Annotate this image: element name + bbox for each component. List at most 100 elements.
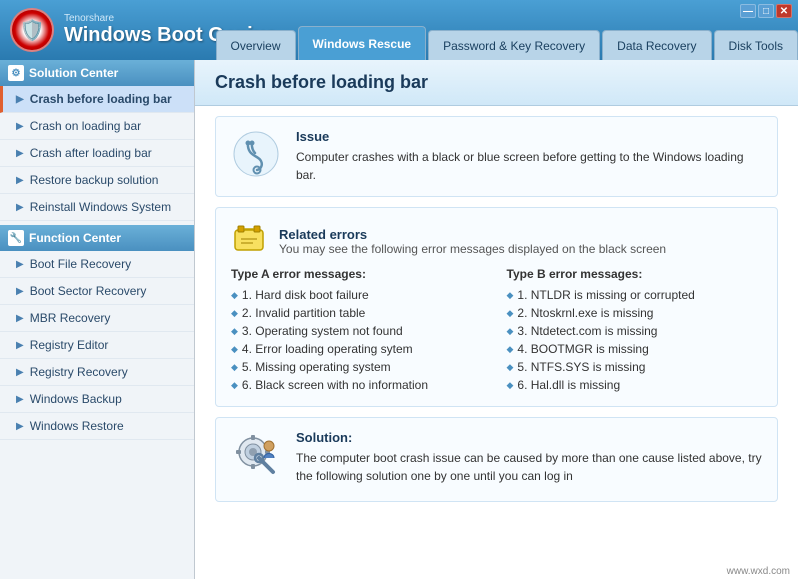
tab-disk-tools[interactable]: Disk Tools (714, 30, 798, 60)
nav-tabs: Overview Windows Rescue Password & Key R… (214, 26, 798, 60)
errors-title-block: Related errors You may see the following… (231, 220, 762, 263)
issue-card: Issue Computer crashes with a black or b… (215, 116, 778, 197)
sidebar-item-crash-on[interactable]: ▶ Crash on loading bar (0, 113, 194, 140)
solution-title: Solution: (296, 430, 762, 445)
sidebar-item-label: Registry Recovery (30, 365, 128, 379)
solution-center-header: ⚙ Solution Center (0, 60, 194, 86)
errors-columns: Type A error messages: ◆1. Hard disk boo… (231, 267, 762, 394)
errors-icon (231, 220, 267, 263)
solution-content: Solution: The computer boot crash issue … (296, 430, 762, 489)
arrow-icon: ▶ (16, 259, 24, 270)
close-button[interactable]: ✕ (776, 4, 792, 18)
sidebar-item-registry-editor[interactable]: ▶ Registry Editor (0, 332, 194, 359)
errors-col-a: Type A error messages: ◆1. Hard disk boo… (231, 267, 487, 394)
sidebar: ⚙ Solution Center ▶ Crash before loading… (0, 60, 195, 579)
error-item: ◆3. Operating system not found (231, 322, 487, 340)
errors-col-b: Type B error messages: ◆1. NTLDR is miss… (507, 267, 763, 394)
error-item: ◆4. Error loading operating sytem (231, 340, 487, 358)
error-item: ◆4. BOOTMGR is missing (507, 340, 763, 358)
sidebar-item-label: Boot Sector Recovery (30, 284, 147, 298)
arrow-icon: ▶ (16, 394, 24, 405)
tab-password-recovery[interactable]: Password & Key Recovery (428, 30, 600, 60)
sidebar-item-label: Crash before loading bar (30, 92, 172, 106)
errors-heading: Related errors (279, 227, 666, 242)
sidebar-item-label: Restore backup solution (30, 173, 159, 187)
sidebar-item-label: Windows Restore (30, 419, 124, 433)
window-controls: — □ ✕ (740, 4, 792, 18)
function-center-label: Function Center (29, 231, 121, 245)
error-item: ◆1. NTLDR is missing or corrupted (507, 286, 763, 304)
function-center-header: 🔧 Function Center (0, 225, 194, 251)
diamond-icon: ◆ (507, 326, 514, 337)
issue-title: Issue (296, 129, 762, 144)
error-item: ◆6. Hal.dll is missing (507, 376, 763, 394)
arrow-icon: ▶ (16, 286, 24, 297)
arrow-icon: ▶ (16, 148, 24, 159)
diamond-icon: ◆ (507, 380, 514, 391)
diamond-icon: ◆ (231, 326, 238, 337)
content-header: Crash before loading bar (195, 60, 798, 106)
issue-content: Issue Computer crashes with a black or b… (296, 129, 762, 184)
main-layout: ⚙ Solution Center ▶ Crash before loading… (0, 60, 798, 579)
error-item: ◆3. Ntdetect.com is missing (507, 322, 763, 340)
sidebar-item-mbr-recovery[interactable]: ▶ MBR Recovery (0, 305, 194, 332)
minimize-button[interactable]: — (740, 4, 756, 18)
maximize-button[interactable]: □ (758, 4, 774, 18)
sidebar-item-windows-backup[interactable]: ▶ Windows Backup (0, 386, 194, 413)
related-errors-section: Related errors You may see the following… (215, 207, 778, 407)
sidebar-item-label: Crash after loading bar (30, 146, 152, 160)
diamond-icon: ◆ (507, 290, 514, 301)
sidebar-item-boot-file[interactable]: ▶ Boot File Recovery (0, 251, 194, 278)
content-body: Issue Computer crashes with a black or b… (195, 106, 798, 512)
diamond-icon: ◆ (507, 308, 514, 319)
sidebar-item-restore-backup[interactable]: ▶ Restore backup solution (0, 167, 194, 194)
tab-data-recovery[interactable]: Data Recovery (602, 30, 711, 60)
arrow-icon: ▶ (16, 175, 24, 186)
arrow-icon: ▶ (16, 313, 24, 324)
sidebar-item-crash-after[interactable]: ▶ Crash after loading bar (0, 140, 194, 167)
sidebar-item-label: Reinstall Windows System (30, 200, 171, 214)
sidebar-item-registry-recovery[interactable]: ▶ Registry Recovery (0, 359, 194, 386)
sidebar-item-boot-sector[interactable]: ▶ Boot Sector Recovery (0, 278, 194, 305)
sidebar-item-windows-restore[interactable]: ▶ Windows Restore (0, 413, 194, 440)
errors-subheading: You may see the following error messages… (279, 242, 666, 256)
col-a-title: Type A error messages: (231, 267, 487, 281)
app-icon: 🛡️ (10, 8, 54, 52)
issue-icon (231, 129, 281, 179)
error-item: ◆5. NTFS.SYS is missing (507, 358, 763, 376)
issue-text: Computer crashes with a black or blue sc… (296, 148, 762, 184)
error-item: ◆5. Missing operating system (231, 358, 487, 376)
arrow-icon: ▶ (16, 421, 24, 432)
solution-card: Solution: The computer boot crash issue … (215, 417, 778, 502)
solution-center-icon: ⚙ (8, 65, 24, 81)
sidebar-item-label: Windows Backup (30, 392, 122, 406)
diamond-icon: ◆ (507, 344, 514, 355)
arrow-icon: ▶ (16, 94, 24, 105)
sidebar-item-label: MBR Recovery (30, 311, 111, 325)
arrow-icon: ▶ (16, 202, 24, 213)
function-center-icon: 🔧 (8, 230, 24, 246)
sidebar-item-label: Boot File Recovery (30, 257, 131, 271)
sidebar-item-label: Crash on loading bar (30, 119, 141, 133)
solution-text: The computer boot crash issue can be cau… (296, 449, 762, 485)
error-item: ◆2. Ntoskrnl.exe is missing (507, 304, 763, 322)
error-item: ◆6. Black screen with no information (231, 376, 487, 394)
sidebar-item-reinstall-windows[interactable]: ▶ Reinstall Windows System (0, 194, 194, 221)
diamond-icon: ◆ (507, 362, 514, 373)
page-title: Crash before loading bar (215, 72, 428, 92)
tab-windows-rescue[interactable]: Windows Rescue (298, 26, 427, 60)
sidebar-item-crash-before[interactable]: ▶ Crash before loading bar (0, 86, 194, 113)
sidebar-item-label: Registry Editor (30, 338, 109, 352)
diamond-icon: ◆ (231, 344, 238, 355)
solution-center-label: Solution Center (29, 66, 118, 80)
solution-icon (231, 430, 281, 489)
watermark: www.wxd.com (727, 566, 790, 577)
diamond-icon: ◆ (231, 308, 238, 319)
arrow-icon: ▶ (16, 367, 24, 378)
content-area: Crash before loading bar (195, 60, 798, 579)
col-b-title: Type B error messages: (507, 267, 763, 281)
diamond-icon: ◆ (231, 290, 238, 301)
tab-overview[interactable]: Overview (216, 30, 296, 60)
arrow-icon: ▶ (16, 340, 24, 351)
app-subtitle: Tenorshare (64, 13, 276, 24)
